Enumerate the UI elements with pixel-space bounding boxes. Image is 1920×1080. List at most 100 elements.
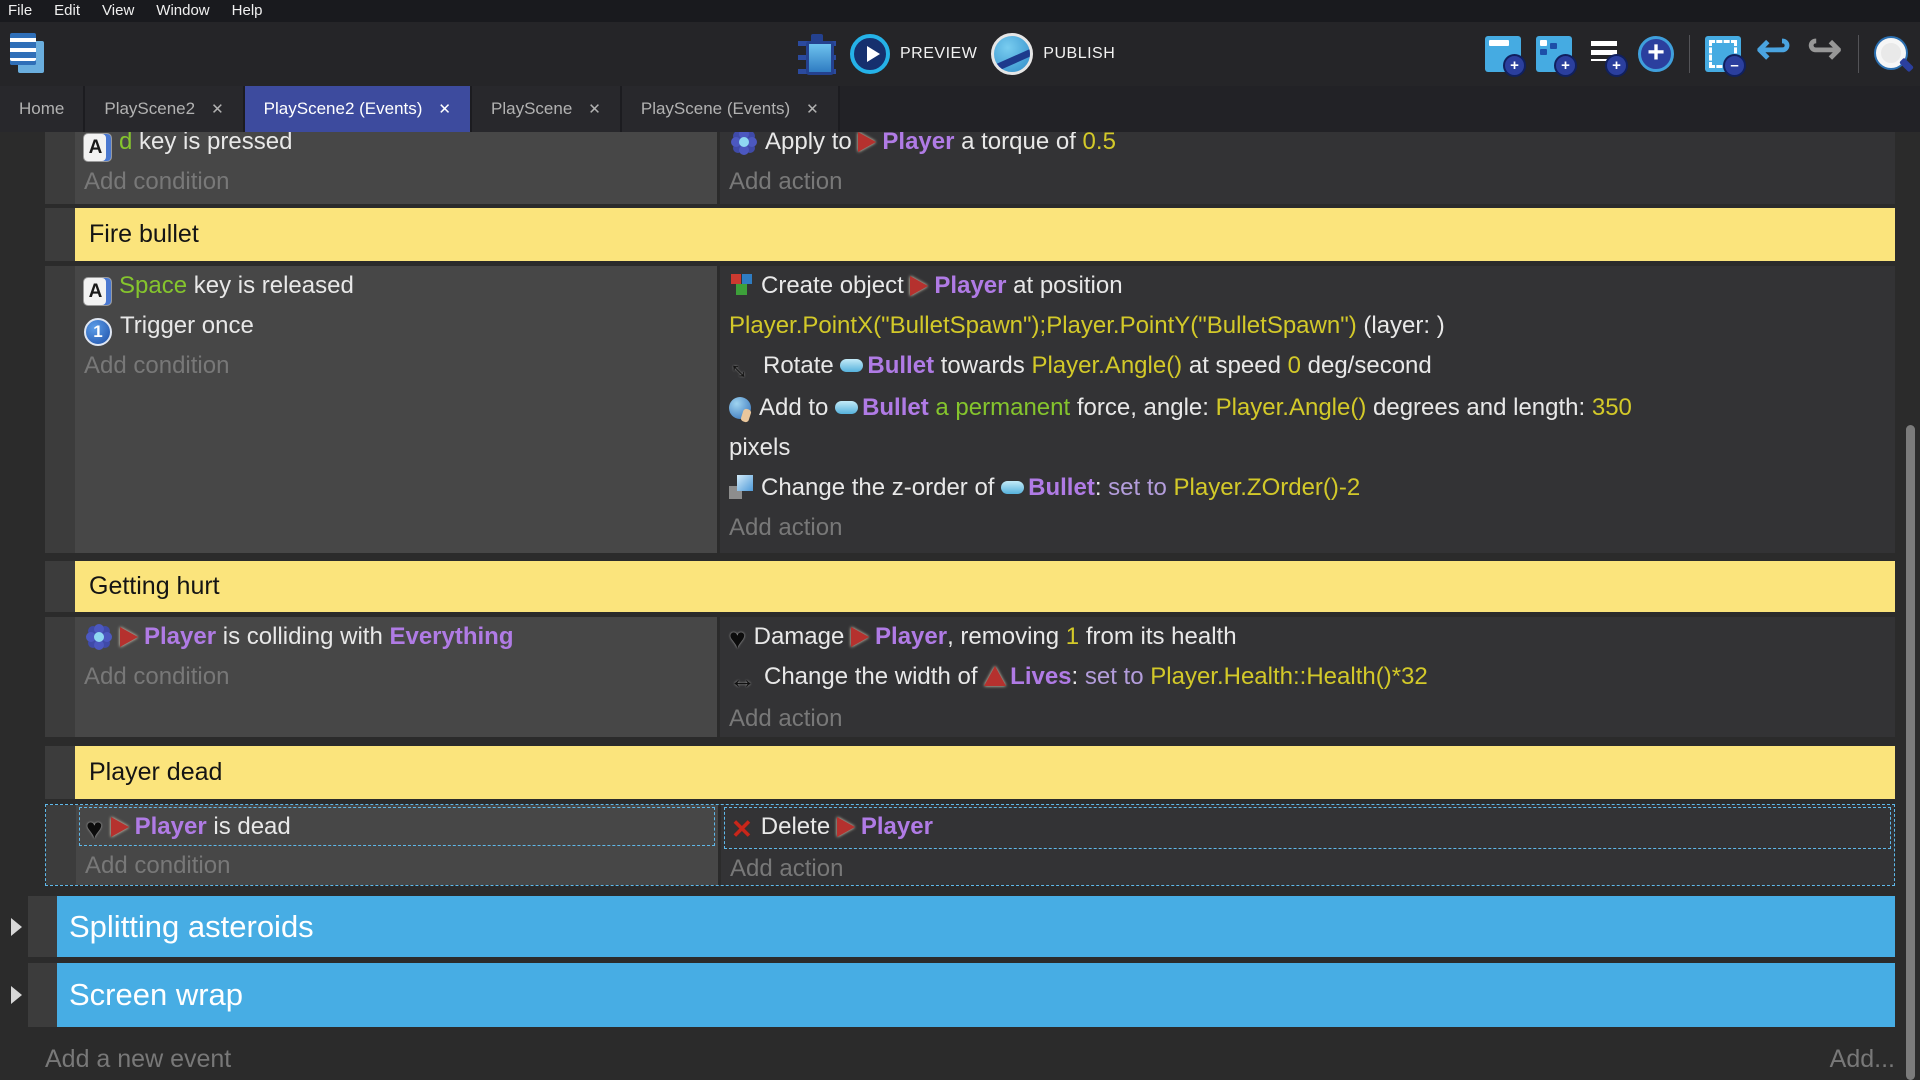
group-header[interactable]: Screen wrap xyxy=(57,963,1895,1027)
instruction-line[interactable]: Damage Player, removing 1 from its healt… xyxy=(720,617,1895,657)
group-header[interactable]: Splitting asteroids xyxy=(57,896,1895,957)
redo-icon[interactable] xyxy=(1807,36,1843,72)
keyboard-icon xyxy=(84,278,111,305)
instruction-line[interactable]: Change the z-order of Bullet: set to Pla… xyxy=(720,468,1895,508)
event-margin-handle xyxy=(45,132,75,204)
add-action-placeholder[interactable]: Add action xyxy=(720,162,1895,202)
group-collapse-arrow-icon[interactable] xyxy=(11,986,22,1004)
tab-label: PlayScene xyxy=(491,99,572,119)
heart-icon xyxy=(86,819,103,839)
instruction-text: Change the width of xyxy=(764,663,984,690)
publish-label: PUBLISH xyxy=(1043,45,1115,63)
instruction-text: d xyxy=(119,132,132,155)
instruction-text: at position xyxy=(1006,272,1122,299)
instruction-line[interactable]: Change the width of Lives: set to Player… xyxy=(720,657,1895,699)
force-icon xyxy=(729,397,751,419)
add-condition-placeholder[interactable]: Add condition xyxy=(75,162,717,202)
event-margin-handle xyxy=(45,746,75,799)
add-button[interactable]: Add... xyxy=(1830,1045,1895,1074)
menu-item-edit[interactable]: Edit xyxy=(43,0,91,22)
player-icon xyxy=(120,627,138,647)
event-row: Space key is released Trigger once Add con… xyxy=(45,266,1895,553)
instruction-line[interactable]: Add to Bullet a permanent force, angle: … xyxy=(720,388,1895,468)
tab-playscene-events-[interactable]: PlayScene (Events)✕ xyxy=(622,86,840,132)
lives-icon xyxy=(984,666,1006,686)
instruction-line[interactable]: Space key is released xyxy=(75,266,717,306)
events-footer: Add a new event Add... xyxy=(0,1045,1920,1074)
comment-bar[interactable]: Fire bullet xyxy=(75,208,1895,261)
tab-close-icon[interactable]: ✕ xyxy=(588,100,601,118)
add-condition-placeholder[interactable]: Add condition xyxy=(75,657,717,697)
heart-icon xyxy=(729,629,746,649)
tab-close-icon[interactable]: ✕ xyxy=(211,100,224,118)
bullet-icon xyxy=(835,401,858,414)
player-icon xyxy=(837,817,855,837)
bullet-icon xyxy=(840,359,863,372)
keyboard-icon xyxy=(84,134,111,161)
preview-button[interactable]: PREVIEW xyxy=(850,34,977,74)
comment-bar[interactable]: Getting hurt xyxy=(75,561,1895,612)
instruction-line[interactable]: Trigger once xyxy=(75,306,717,346)
group-collapse-arrow-icon[interactable] xyxy=(11,918,22,936)
actions-list: Create object Player at positionPlayer.P… xyxy=(720,266,1895,548)
instruction-line[interactable]: Delete Player xyxy=(724,807,1891,849)
menu-item-window[interactable]: Window xyxy=(145,0,220,22)
object-name: Lives xyxy=(1010,663,1071,690)
event-margin-handle xyxy=(46,805,76,885)
object-name: Bullet xyxy=(1028,474,1095,501)
add-event-icon[interactable]: + xyxy=(1485,36,1521,72)
add-action-placeholder[interactable]: Add action xyxy=(720,508,1895,548)
instruction-line[interactable]: Create object Player at positionPlayer.P… xyxy=(720,266,1895,346)
tab-playscene2[interactable]: PlayScene2✕ xyxy=(85,86,244,132)
instruction-text: set to xyxy=(1108,474,1173,501)
search-icon[interactable] xyxy=(1874,36,1910,72)
player-icon xyxy=(111,817,129,837)
add-comment-icon[interactable]: + xyxy=(1587,36,1623,72)
bullet-icon xyxy=(1001,481,1024,494)
menu-item-help[interactable]: Help xyxy=(221,0,274,22)
delete-selection-icon[interactable]: – xyxy=(1705,36,1741,72)
tab-playscene2-events-[interactable]: PlayScene2 (Events) ✕ xyxy=(245,86,472,132)
add-condition-placeholder[interactable]: Add condition xyxy=(76,846,718,885)
tab-close-icon[interactable]: ✕ xyxy=(438,100,451,118)
debugger-icon[interactable] xyxy=(798,34,836,74)
undo-icon[interactable] xyxy=(1756,36,1792,72)
add-action-placeholder[interactable]: Add action xyxy=(720,699,1895,737)
instruction-text: a torque of xyxy=(954,132,1082,155)
add-new-event-placeholder[interactable]: Add a new event xyxy=(45,1045,231,1074)
group-row: Splitting asteroids xyxy=(28,896,1895,957)
event-margin-handle xyxy=(45,208,75,261)
instruction-line[interactable]: Player is dead xyxy=(79,807,715,846)
instruction-line[interactable]: d key is pressed xyxy=(75,132,717,162)
instruction-text: a permanent xyxy=(935,394,1070,421)
conditions-list: Player is deadAdd condition xyxy=(76,807,718,885)
rotate-icon xyxy=(720,345,765,392)
vertical-scrollbar[interactable] xyxy=(1906,425,1915,1080)
tab-label: PlayScene2 (Events) xyxy=(264,99,423,119)
instruction-line[interactable]: Player is colliding with Everything xyxy=(75,617,717,657)
instruction-text: , removing xyxy=(947,623,1066,650)
add-action-placeholder[interactable]: Add action xyxy=(721,849,1894,885)
instruction-line[interactable]: Rotate Bullet towards Player.Angle() at … xyxy=(720,346,1895,388)
tab-bar: HomePlayScene2✕PlayScene2 (Events)✕PlayS… xyxy=(0,86,1920,132)
object-name: Player xyxy=(144,623,216,650)
menu-item-file[interactable]: File xyxy=(8,0,43,22)
instruction-text: Add to xyxy=(759,394,835,421)
instruction-text: Damage xyxy=(754,623,851,650)
add-condition-placeholder[interactable]: Add condition xyxy=(75,346,717,386)
publish-button[interactable]: PUBLISH xyxy=(991,33,1115,75)
add-subevent-icon[interactable]: + xyxy=(1536,36,1572,72)
instruction-text: set to xyxy=(1085,663,1150,690)
group-margin-handle xyxy=(28,896,57,957)
instruction-line[interactable]: Apply to Player a torque of 0.5 xyxy=(720,132,1895,162)
object-name: Player xyxy=(135,813,207,840)
tab-playscene[interactable]: PlayScene ✕ xyxy=(472,86,622,132)
add-circle-icon[interactable] xyxy=(1638,36,1674,72)
tab-close-icon[interactable]: ✕ xyxy=(806,100,819,118)
tab-home[interactable]: Home xyxy=(0,86,85,132)
player-icon xyxy=(910,276,928,296)
comment-bar[interactable]: Player dead xyxy=(75,746,1895,799)
instruction-text: Trigger once xyxy=(120,312,254,339)
menu-item-view[interactable]: View xyxy=(91,0,145,22)
instruction-text: pixels xyxy=(729,434,790,461)
